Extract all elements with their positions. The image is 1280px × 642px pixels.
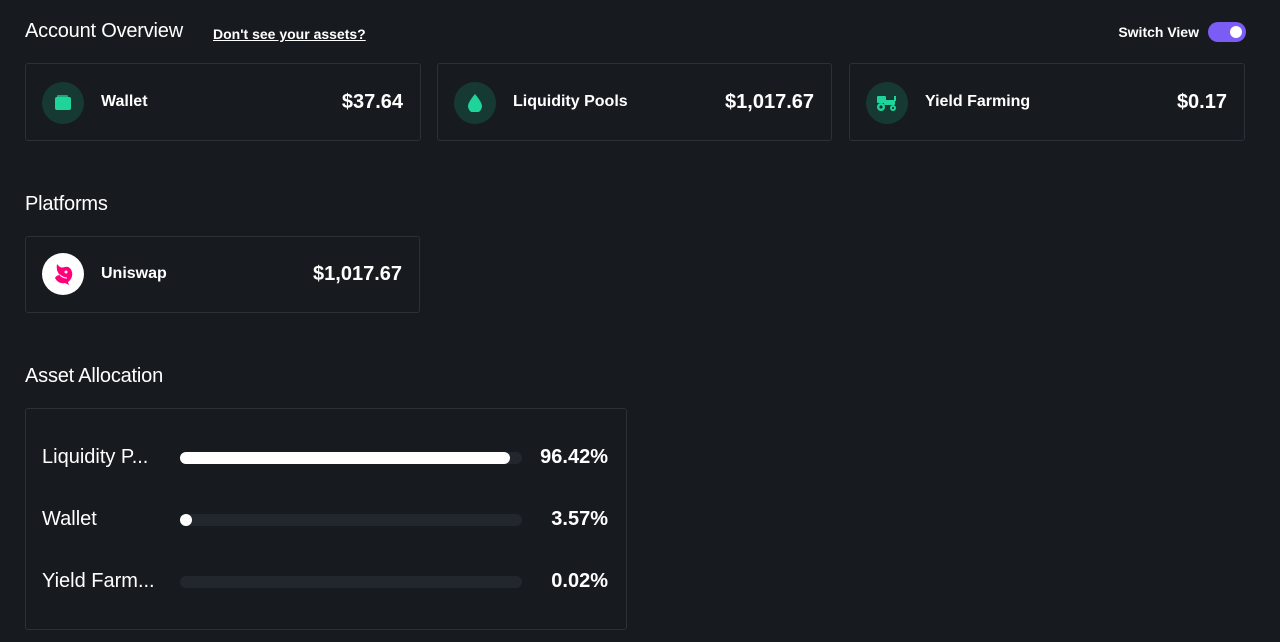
allocation-bar-track <box>180 452 522 464</box>
platforms-title: Platforms <box>25 193 108 215</box>
platform-card-uniswap[interactable]: Uniswap $1,017.67 <box>25 236 420 313</box>
allocation-bar-fill <box>180 514 193 526</box>
uniswap-logo-icon <box>42 253 84 295</box>
page-title: Account Overview <box>25 20 183 42</box>
allocation-label: Liquidity P... <box>42 446 149 468</box>
switch-view-toggle[interactable] <box>1208 22 1246 42</box>
card-value: $37.64 <box>341 91 403 113</box>
allocation-bar-track <box>180 576 522 588</box>
wallet-card[interactable]: Wallet $37.64 <box>25 63 421 141</box>
platform-value: $1,017.67 <box>313 263 402 285</box>
allocation-bar-fill <box>180 452 510 464</box>
asset-allocation-title: Asset Allocation <box>25 365 163 387</box>
card-value: $1,017.67 <box>725 91 814 113</box>
account-page: Account Overview Don't see your assets? … <box>0 0 1280 642</box>
toggle-knob <box>1230 26 1242 38</box>
tractor-icon <box>866 82 908 124</box>
allocation-label: Wallet <box>42 508 97 530</box>
allocation-bar-track <box>180 514 522 526</box>
platform-label: Uniswap <box>101 265 167 282</box>
missing-assets-link[interactable]: Don't see your assets? <box>213 26 366 42</box>
switch-view-label: Switch View <box>1118 24 1199 40</box>
asset-allocation-panel: Liquidity P... 96.42% Wallet 3.57% Yield… <box>25 408 627 630</box>
allocation-row: Liquidity P... 96.42% <box>26 443 626 473</box>
card-value: $0.17 <box>1176 91 1227 113</box>
liquidity-pools-card[interactable]: Liquidity Pools $1,017.67 <box>437 63 832 141</box>
allocation-percent: 3.57% <box>551 508 608 530</box>
allocation-row: Wallet 3.57% <box>26 505 626 535</box>
allocation-percent: 0.02% <box>551 570 608 592</box>
allocation-label: Yield Farm... <box>42 570 155 592</box>
card-label: Yield Farming <box>925 93 1031 110</box>
droplet-icon <box>454 82 496 124</box>
card-label: Liquidity Pools <box>513 93 628 110</box>
allocation-percent: 96.42% <box>540 446 608 468</box>
allocation-row: Yield Farm... 0.02% <box>26 567 626 597</box>
wallet-icon <box>42 82 84 124</box>
card-label: Wallet <box>101 93 148 110</box>
yield-farming-card[interactable]: Yield Farming $0.17 <box>849 63 1245 141</box>
